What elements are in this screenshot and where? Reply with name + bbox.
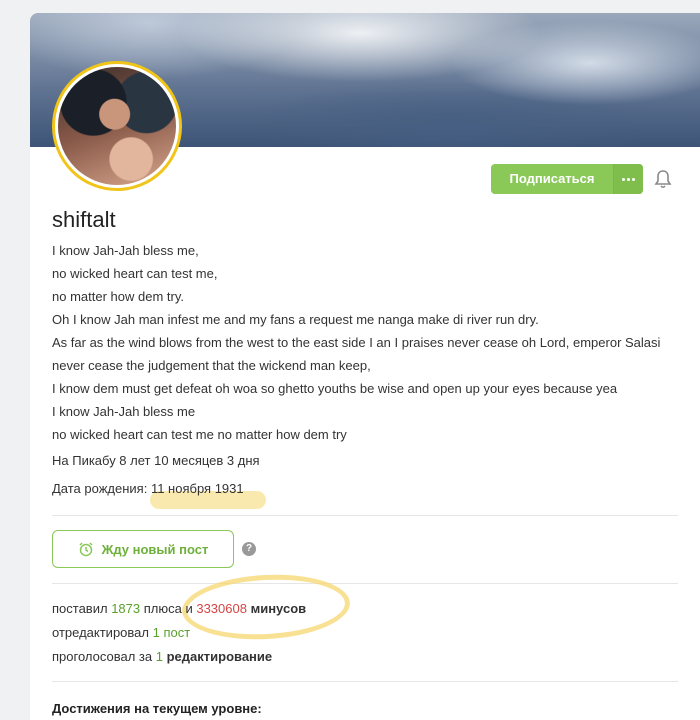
plus-count: 1873: [111, 601, 141, 616]
bio-line: no matter how dem try.: [52, 289, 184, 304]
divider: [52, 681, 678, 682]
stat-text: поставил: [52, 601, 108, 616]
bio-line: I know Jah-Jah bless me,: [52, 243, 199, 258]
stat-text: плюса и: [143, 601, 193, 616]
divider: [52, 515, 678, 516]
bio-line: no wicked heart can test me,: [52, 266, 218, 281]
bio-line: As far as the wind blows from the west t…: [52, 335, 661, 350]
bio-line: I know dem must get defeat oh woa so ghe…: [52, 381, 618, 396]
achievements-title: Достижения на текущем уровне:: [52, 701, 262, 716]
stat-votes-edit-line: проголосовал за 1 редактирование: [52, 645, 306, 669]
avatar[interactable]: [52, 61, 182, 191]
user-stats: поставил 1873 плюса и 3330608 минусов от…: [52, 597, 306, 669]
bio-line: no wicked heart can test me no matter ho…: [52, 427, 347, 442]
bio-line: never cease the judgement that the wicke…: [52, 358, 371, 373]
bell-icon[interactable]: [654, 169, 672, 189]
divider: [52, 583, 678, 584]
username: shiftalt: [52, 207, 116, 232]
wait-new-post-button[interactable]: Жду новый пост: [52, 530, 234, 568]
bio-line: I know Jah-Jah bless me: [52, 404, 196, 419]
avatar-image: [58, 67, 176, 185]
birthday-value: 11 ноября 1931: [150, 481, 244, 496]
birthday-label: Дата рождения:: [52, 481, 148, 496]
question-icon[interactable]: ?: [242, 542, 256, 556]
more-options-button[interactable]: [613, 164, 643, 194]
birthday-row: Дата рождения: 11 ноября 1931: [52, 481, 692, 496]
stat-text: отредактировал: [52, 625, 149, 640]
edit-word[interactable]: пост: [163, 625, 190, 640]
stat-text: редактирование: [166, 649, 273, 664]
minus-count: 3330608: [196, 601, 247, 616]
on-site-duration: На Пикабу 8 лет 10 месяцев 3 дня: [52, 453, 260, 468]
profile-bio: I know Jah-Jah bless me, no wicked heart…: [52, 239, 692, 446]
dots-icon: [622, 177, 635, 181]
subscribe-button[interactable]: Подписаться: [491, 164, 613, 194]
vote-count: 1: [155, 649, 163, 664]
alarm-clock-icon: [79, 542, 93, 557]
bio-line: Oh I know Jah man infest me and my fans …: [52, 312, 539, 327]
profile-card: Подписаться shiftalt I know Jah-Jah bles…: [30, 13, 700, 720]
stat-votes-line: поставил 1873 плюса и 3330608 минусов: [52, 597, 306, 621]
stat-text: минусов: [250, 601, 307, 616]
stat-text: проголосовал за: [52, 649, 153, 664]
stat-edits-line: отредактировал 1 пост: [52, 621, 306, 645]
edit-count: 1: [152, 625, 160, 640]
wait-new-post-label: Жду новый пост: [101, 541, 209, 557]
subscribe-button-group: Подписаться: [491, 164, 643, 194]
